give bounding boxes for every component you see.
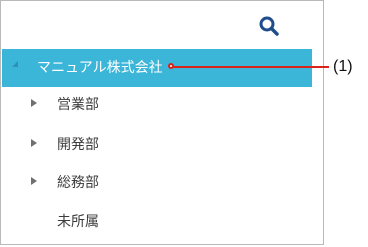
triangle-right-icon[interactable] [30,87,38,123]
tree-node-label: 総務部 [57,175,99,191]
tree-node-root[interactable]: マニュアル株式会社 [2,49,312,87]
triangle-right-icon[interactable] [30,165,38,201]
triangle-right-icon[interactable] [30,127,38,163]
search-icon[interactable] [258,15,280,37]
triangle-down-icon[interactable] [10,59,20,69]
callout-label: (1) [333,58,353,75]
tree-node-root-label: マニュアル株式会社 [37,60,163,76]
tree-node-sales[interactable]: 営業部 [2,87,312,123]
tree-node-unassigned[interactable]: 未所属 [2,204,312,240]
tree-node-general-affairs[interactable]: 総務部 [2,165,312,201]
tree-node-label: 開発部 [57,137,99,153]
organization-tree-panel: マニュアル株式会社 営業部 開発部 総務部 未所属 [0,0,324,245]
tree-node-label: 未所属 [57,214,99,230]
tree-node-label: 営業部 [57,97,99,113]
tree-node-development[interactable]: 開発部 [2,127,312,163]
callout-line [168,63,329,69]
